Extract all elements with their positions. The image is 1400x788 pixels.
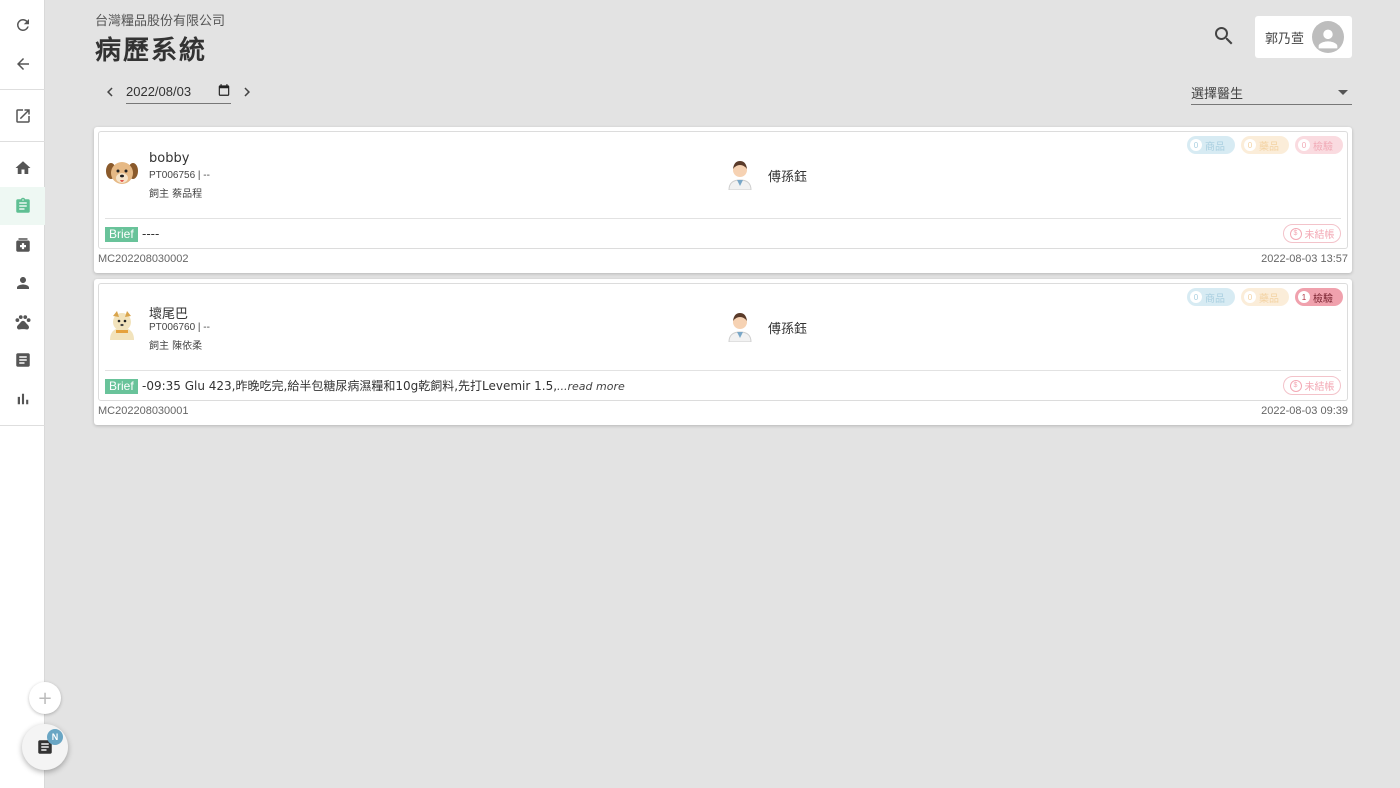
medical-box-icon: [15, 238, 30, 252]
read-more-link[interactable]: ...read more: [557, 380, 625, 393]
clipboard-icon: [15, 197, 30, 213]
medicine-count-badge: 0 藥品: [1241, 288, 1289, 306]
payment-status-button[interactable]: $ 未結帳: [1283, 224, 1341, 243]
dog-avatar-icon: [106, 162, 138, 184]
product-count-badge: 0 商品: [1187, 288, 1235, 306]
person-icon: [16, 277, 29, 289]
doctor-name: 傅孫鈺: [768, 170, 808, 185]
doctor-avatar-icon: [728, 313, 752, 342]
home-icon: [15, 161, 30, 174]
record-card[interactable]: 壞尾巴 PT006760 | -- 飼主 陳依柔 傅孫鈺 0 商品 0 藥品 1 檢驗…: [94, 279, 1352, 425]
payment-status-button[interactable]: $ 未結帳: [1283, 376, 1341, 395]
next-day-button[interactable]: [237, 82, 257, 102]
card-divider: [105, 370, 1341, 371]
open-new-window-button[interactable]: [0, 97, 45, 135]
avatar: [1312, 21, 1345, 53]
card-divider: [105, 218, 1341, 219]
record-time: 2022-08-03 09:39: [1261, 405, 1348, 417]
doctor-avatar-icon: [728, 161, 752, 190]
dollar-icon: $: [1289, 227, 1302, 240]
sidebar-item-pets[interactable]: [0, 303, 45, 341]
sidebar-item-owners[interactable]: [0, 264, 45, 302]
chevron-left-icon: [107, 87, 113, 97]
bar-chart-icon: [17, 393, 28, 405]
brief-text: ----: [142, 227, 160, 241]
plus-icon: +: [37, 687, 53, 709]
record-card-body: bobby PT006756 | -- 飼主 蔡品程 傅孫鈺 0 商品 0 藥品 0…: [98, 131, 1348, 249]
brief-tag: Brief: [105, 379, 138, 394]
doctor-name: 傅孫鈺: [768, 322, 808, 337]
pet-name: bobby: [149, 151, 190, 166]
pet-owner: 飼主 蔡品程: [149, 189, 203, 200]
document-icon: [15, 353, 30, 367]
test-count-badge: 0 檢驗: [1295, 136, 1343, 154]
date-value: 2022/08/03: [126, 84, 192, 99]
record-counters: 0 商品 0 藥品 0 檢驗: [1187, 136, 1343, 154]
pet-owner: 飼主 陳依柔: [149, 341, 203, 352]
open-in-new-icon: [15, 109, 30, 123]
date-input[interactable]: 2022/08/03: [126, 80, 231, 104]
brief-text: -09:35 Glu 423,昨晚吃完,給半包糖尿病濕糧和10g乾飼料,先打Le…: [142, 379, 625, 393]
dog-avatar-icon: [110, 311, 134, 340]
sidebar-item-medical-records[interactable]: [0, 187, 45, 225]
sidebar-divider: [0, 425, 45, 426]
doctor-select[interactable]: 選擇醫生: [1191, 80, 1352, 105]
brief-tag: Brief: [105, 227, 138, 242]
doctor-select-label: 選擇醫生: [1191, 86, 1244, 102]
record-id: MC202208030002: [98, 253, 189, 265]
chevron-right-icon: [244, 87, 250, 97]
page-title: 病歷系統: [95, 36, 208, 66]
paw-icon: [15, 315, 30, 330]
refresh-button[interactable]: [0, 6, 45, 44]
test-count-badge: 1 檢驗: [1295, 288, 1343, 306]
sidebar-item-reports[interactable]: [0, 380, 45, 418]
search-icon: [1215, 27, 1233, 45]
refresh-icon: [16, 18, 29, 31]
payment-status-label: 未結帳: [1304, 230, 1335, 241]
sidebar: [0, 0, 45, 788]
back-arrow-icon: [16, 58, 29, 70]
chevron-down-icon: [1338, 89, 1348, 95]
record-counters: 0 商品 0 藥品 1 檢驗: [1187, 288, 1343, 306]
user-avatar-icon: [1318, 29, 1338, 49]
sidebar-item-documents[interactable]: [0, 341, 45, 379]
add-button[interactable]: +: [29, 682, 61, 714]
record-card[interactable]: bobby PT006756 | -- 飼主 蔡品程 傅孫鈺 0 商品 0 藥品 0…: [94, 127, 1352, 273]
payment-status-label: 未結帳: [1304, 382, 1335, 393]
calendar-icon[interactable]: [217, 83, 231, 100]
record-card-body: 壞尾巴 PT006760 | -- 飼主 陳依柔 傅孫鈺 0 商品 0 藥品 1 檢驗…: [98, 283, 1348, 401]
user-name: 郭乃萱: [1265, 31, 1305, 47]
medicine-count-badge: 0 藥品: [1241, 136, 1289, 154]
sidebar-divider: [0, 89, 45, 90]
company-name: 台灣糧品股份有限公司: [95, 14, 226, 29]
sidebar-item-home[interactable]: [0, 149, 45, 187]
dollar-icon: $: [1289, 379, 1302, 392]
record-time: 2022-08-03 13:57: [1261, 253, 1348, 265]
sidebar-divider: [0, 141, 45, 142]
pet-id: PT006756 | --: [149, 170, 210, 181]
notification-badge: N: [47, 729, 63, 745]
pet-id: PT006760 | --: [149, 322, 210, 333]
sidebar-item-medicine[interactable]: [0, 226, 45, 264]
pet-name: 壞尾巴: [149, 307, 189, 322]
user-menu-button[interactable]: 郭乃萱: [1255, 16, 1352, 58]
back-button[interactable]: [0, 45, 45, 83]
product-count-badge: 0 商品: [1187, 136, 1235, 154]
record-id: MC202208030001: [98, 405, 189, 417]
previous-day-button[interactable]: [100, 82, 120, 102]
search-button[interactable]: [1210, 22, 1238, 50]
